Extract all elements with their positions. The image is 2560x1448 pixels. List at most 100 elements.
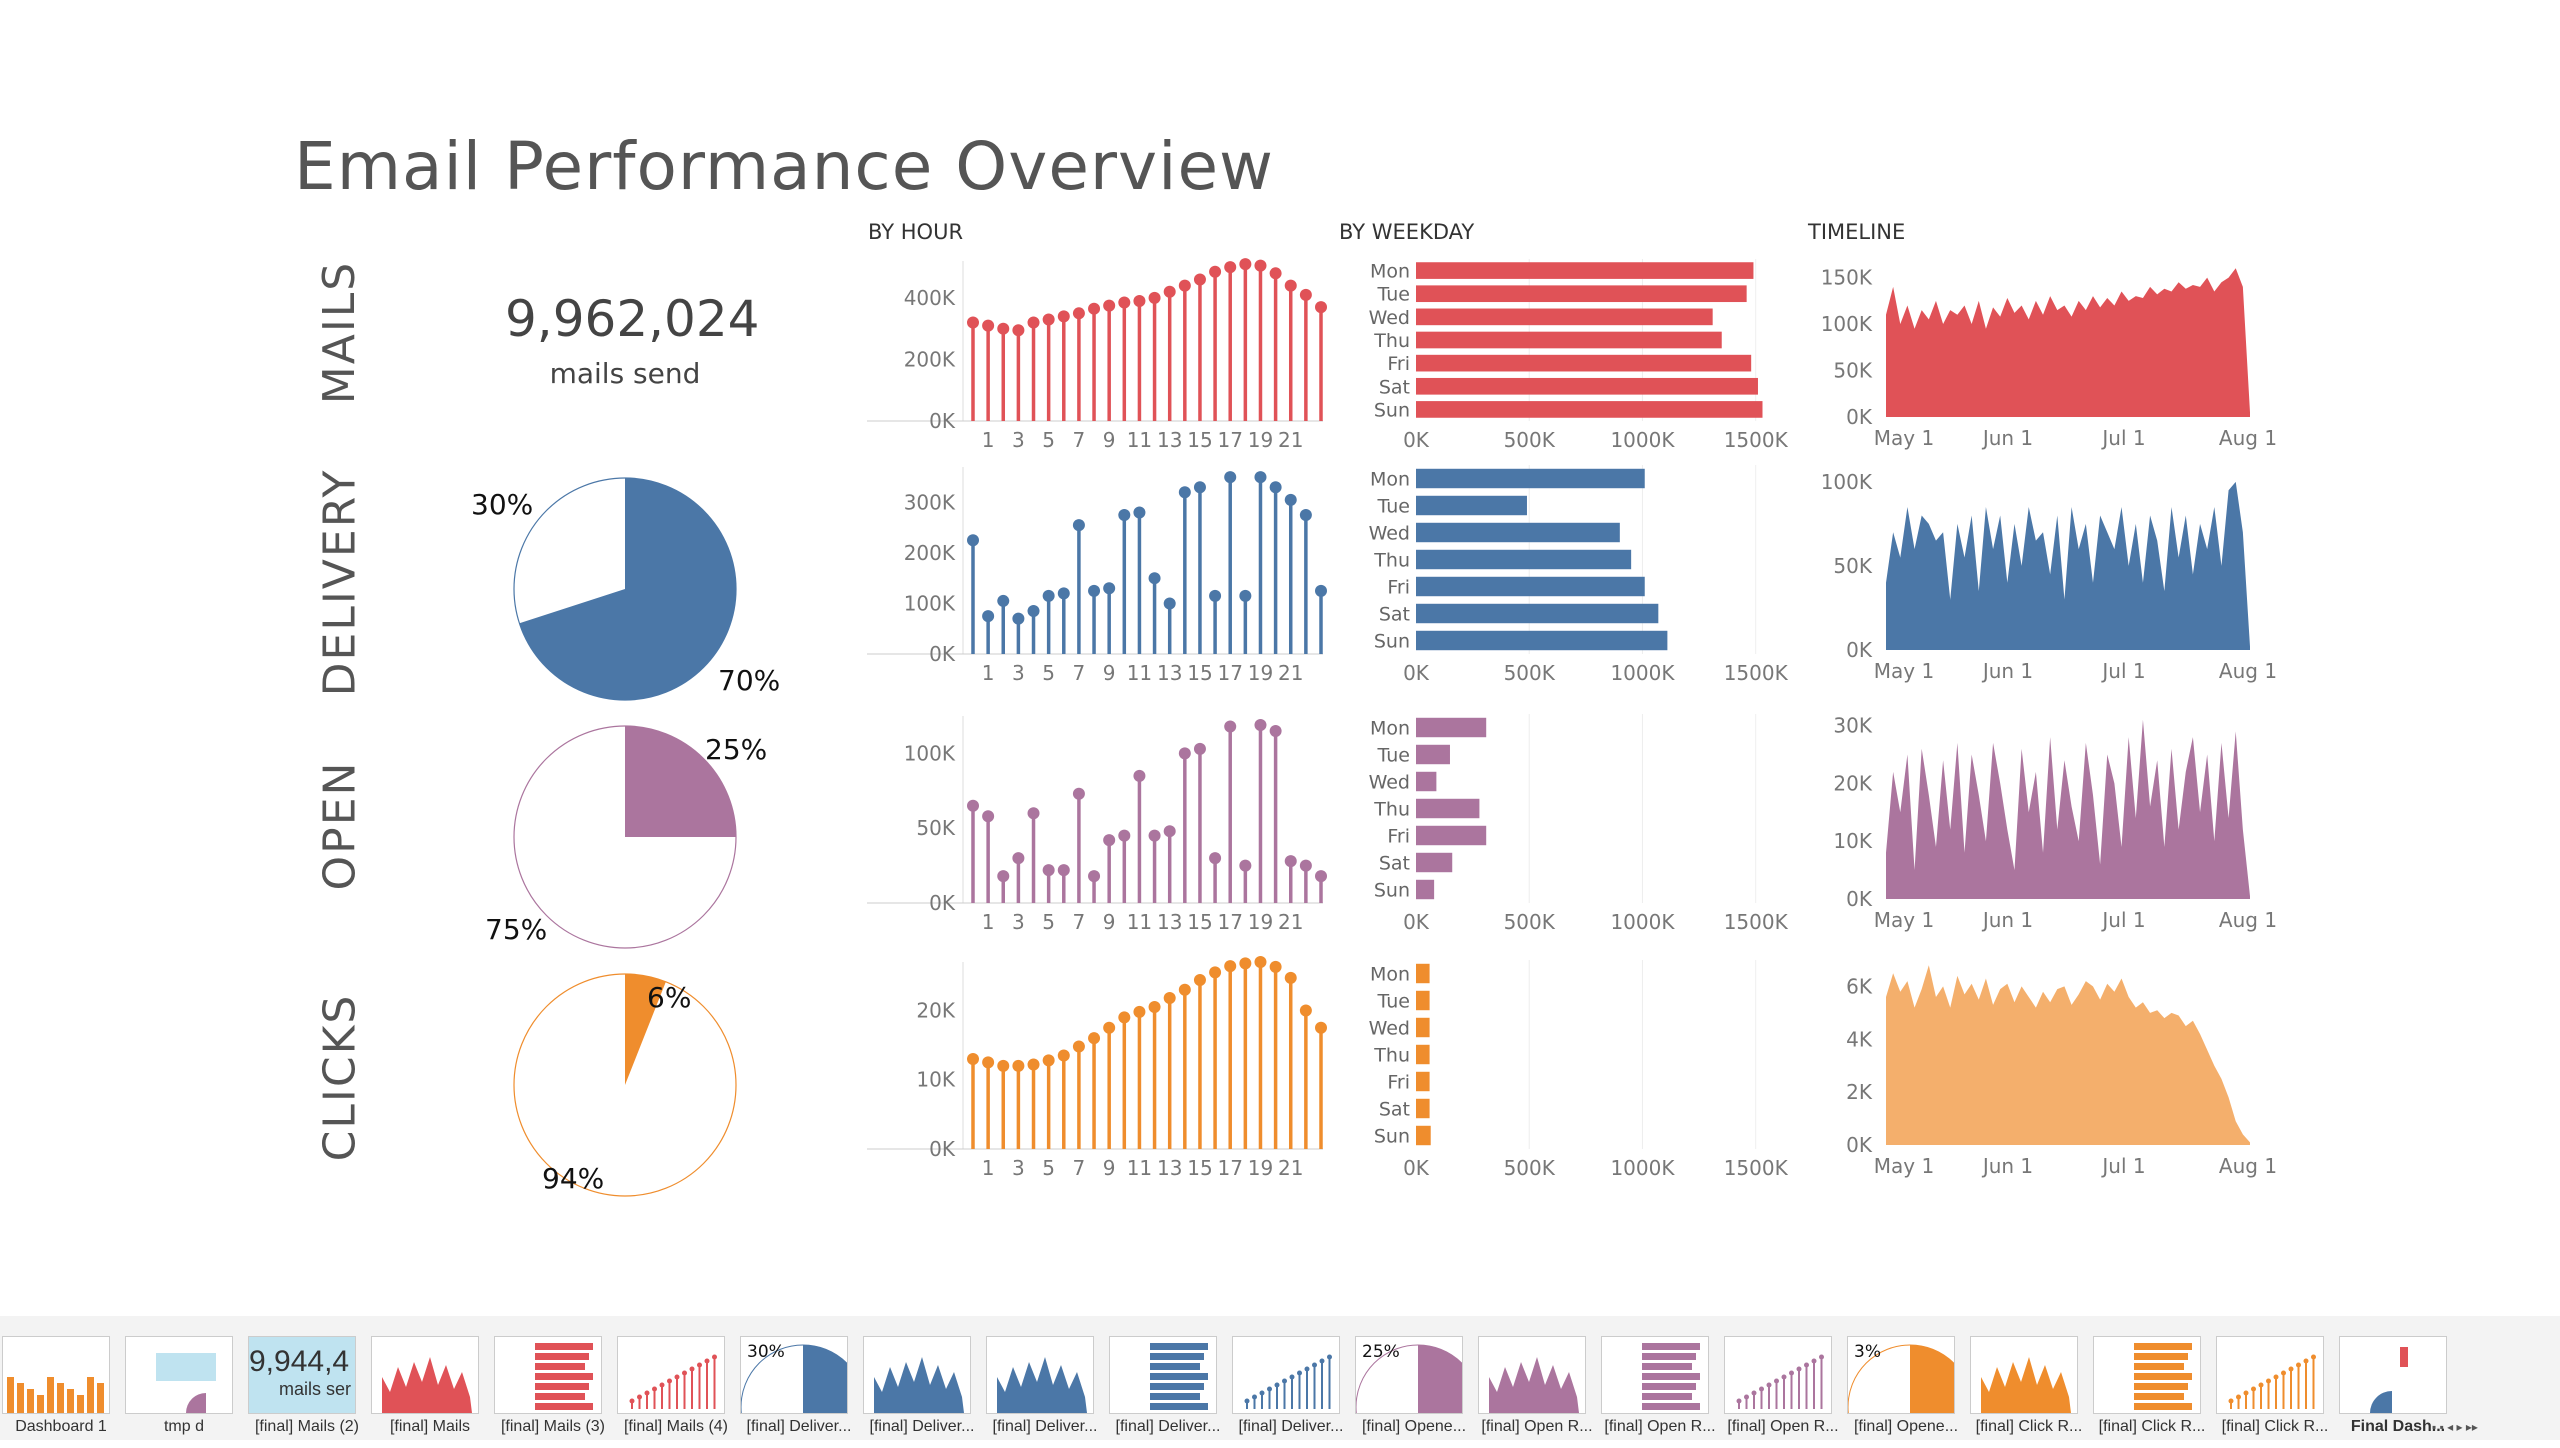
sheet-tab[interactable]: 30% [final] Deliver... xyxy=(738,1324,860,1448)
sheet-tab-label: [final] Mails (4) xyxy=(623,1418,729,1435)
open-hour-dot xyxy=(1269,724,1282,737)
open-hour-xtick: 17 xyxy=(1217,910,1242,934)
clicks-weekday-bar xyxy=(1416,1044,1430,1065)
sheet-tab[interactable]: [final] Open R... xyxy=(1599,1324,1721,1448)
delivery-empty-pct: 30% xyxy=(471,488,534,521)
delivery-hour-dot xyxy=(1133,506,1146,519)
sheet-tab[interactable]: 9,944,4 mails ser [final] Mails (2) xyxy=(246,1324,368,1448)
sheet-tab-thumbnail xyxy=(371,1336,479,1414)
mails-hour-dot xyxy=(1178,279,1191,292)
delivery-hour-xtick: 5 xyxy=(1042,661,1055,685)
delivery-hour-dot xyxy=(1042,589,1055,602)
clicks-weekday-bar xyxy=(1416,990,1430,1011)
mails-by-hour-chart: 0K200K400K1 3 5 7 9 11 13 15 17 19 21 xyxy=(867,258,1327,452)
sheet-tab[interactable]: [final] Deliver... xyxy=(1107,1324,1229,1448)
clicks-hour-dot xyxy=(1072,1040,1085,1053)
delivery-weekday-xtick: 0K xyxy=(1403,661,1430,685)
clicks-hour-ytick: 0K xyxy=(929,1137,956,1161)
sheet-tab-thumbnail xyxy=(986,1336,1094,1414)
sheet-tab-thumbnail xyxy=(2339,1336,2447,1414)
open-weekday-bar xyxy=(1416,744,1450,765)
clicks-hour-xtick: 19 xyxy=(1248,1156,1273,1180)
sheet-tab[interactable]: Dashboard 1 xyxy=(0,1324,122,1448)
delivery-timeline-chart: 0K 50K 100K May 1 Jun 1 Jul 1 Aug 1 xyxy=(1821,470,2277,683)
clicks-weekday-bar xyxy=(1416,1071,1430,1092)
clicks-weekday-label: Thu xyxy=(1373,1045,1410,1067)
row-label-delivery: DELIVERY xyxy=(314,468,366,697)
sheet-tab[interactable]: tmp d xyxy=(123,1324,245,1448)
sheet-tab[interactable]: [final] Open R... xyxy=(1722,1324,1844,1448)
delivery-timeline-xtick: Aug 1 xyxy=(2219,659,2277,683)
clicks-hour-dot xyxy=(1224,960,1237,973)
sheet-tab-label: [final] Deliver... xyxy=(992,1418,1098,1435)
clicks-weekday-bar xyxy=(1416,1017,1430,1038)
clicks-weekday-label: Sat xyxy=(1379,1099,1410,1121)
sheet-tab[interactable]: [final] Mails xyxy=(369,1324,491,1448)
sheet-tab[interactable]: [final] Deliver... xyxy=(1230,1324,1352,1448)
mails-weekday-label: Tue xyxy=(1377,284,1410,306)
mails-weekday-bar xyxy=(1416,285,1747,303)
sheet-tab-thumbnail xyxy=(617,1336,725,1414)
open-weekday-label: Fri xyxy=(1387,826,1410,848)
delivery-filled-pct: 70% xyxy=(718,664,781,697)
mails-hour-dot xyxy=(1057,310,1070,323)
thumb-pie-pct: 3% xyxy=(1854,1342,1881,1362)
mails-hour-dot xyxy=(1088,302,1101,315)
open-hour-ytick: 0K xyxy=(929,891,956,915)
open-weekday-bar xyxy=(1416,798,1480,819)
sheet-tab[interactable]: [final] Click R... xyxy=(2091,1324,2213,1448)
clicks-hour-xtick: 3 xyxy=(1012,1156,1025,1180)
clicks-hour-xtick: 11 xyxy=(1127,1156,1152,1180)
clicks-hour-dot xyxy=(1178,983,1191,996)
clicks-weekday-label: Wed xyxy=(1369,1018,1410,1040)
delivery-hour-ytick: 0K xyxy=(929,642,956,666)
mails-hour-dot xyxy=(1027,316,1040,329)
delivery-hour-dot xyxy=(1224,471,1237,484)
mails-weekday-xtick: 1000K xyxy=(1610,428,1675,452)
delivery-weekday-label: Mon xyxy=(1370,469,1410,491)
clicks-weekday-xtick: 1500K xyxy=(1724,1156,1789,1180)
open-timeline-xtick: Aug 1 xyxy=(2219,908,2277,932)
sheet-tab-thumbnail xyxy=(1478,1336,1586,1414)
mails-hour-dot xyxy=(1209,265,1222,278)
sheet-tab[interactable]: 25% [final] Opene... xyxy=(1353,1324,1475,1448)
open-weekday-label: Mon xyxy=(1370,718,1410,740)
mails-hour-dot xyxy=(1239,258,1252,271)
sheet-tab[interactable]: [final] Deliver... xyxy=(984,1324,1106,1448)
clicks-by-hour-chart: 0K10K20K1 3 5 7 9 11 13 15 17 19 21 xyxy=(867,956,1327,1180)
delivery-timeline-xtick: Jul 1 xyxy=(2100,659,2145,683)
delivery-hour-dot xyxy=(1057,587,1070,600)
open-weekday-label: Thu xyxy=(1373,799,1410,821)
sheet-tab[interactable]: [final] Click R... xyxy=(2214,1324,2336,1448)
clicks-weekday-bar xyxy=(1416,1125,1431,1146)
clicks-hour-dot xyxy=(1057,1049,1070,1062)
sheet-tab[interactable]: [final] Click R... xyxy=(1968,1324,2090,1448)
mails-hour-xtick: 7 xyxy=(1073,428,1086,452)
mails-weekday-label: Mon xyxy=(1370,261,1410,283)
mails-hour-dot xyxy=(1163,285,1176,298)
open-hour-dot xyxy=(982,810,995,823)
sheet-tab-thumbnail xyxy=(2216,1336,2324,1414)
delivery-weekday-label: Sun xyxy=(1374,631,1410,653)
open-hour-dot xyxy=(1193,742,1206,755)
sheet-tab[interactable]: 3% [final] Opene... xyxy=(1845,1324,1967,1448)
delivery-weekday-bar xyxy=(1416,522,1620,543)
sheet-tab[interactable]: [final] Mails (4) xyxy=(615,1324,737,1448)
delivery-weekday-bar xyxy=(1416,495,1527,516)
open-weekday-bar xyxy=(1416,717,1487,738)
sheet-tab-thumbnail xyxy=(1724,1336,1832,1414)
delivery-hour-dot xyxy=(967,534,979,547)
open-weekday-bar xyxy=(1416,771,1437,792)
mails-weekday-label: Sat xyxy=(1379,376,1410,398)
sheet-tab[interactable]: [final] Open R... xyxy=(1476,1324,1598,1448)
sheet-tab-label: [final] Deliver... xyxy=(869,1418,975,1435)
open-timeline-ytick: 20K xyxy=(1833,771,1872,795)
open-weekday-label: Tue xyxy=(1377,745,1410,767)
tab-nav-controls[interactable]: ▪ ▪ ◂ ▸ ▸▸ xyxy=(2432,1420,2478,1434)
clicks-by-weekday-chart: 0K 500K 1000K 1500K Mon Tue Wed Thu Fri Sat Sun xyxy=(1369,960,1789,1180)
delivery-hour-xtick: 3 xyxy=(1012,661,1025,685)
clicks-hour-xtick: 1 xyxy=(982,1156,995,1180)
sheet-tab[interactable]: [final] Deliver... xyxy=(861,1324,983,1448)
sheet-tab[interactable]: [final] Mails (3) xyxy=(492,1324,614,1448)
sheet-tab-label: [final] Click R... xyxy=(1975,1418,2083,1435)
